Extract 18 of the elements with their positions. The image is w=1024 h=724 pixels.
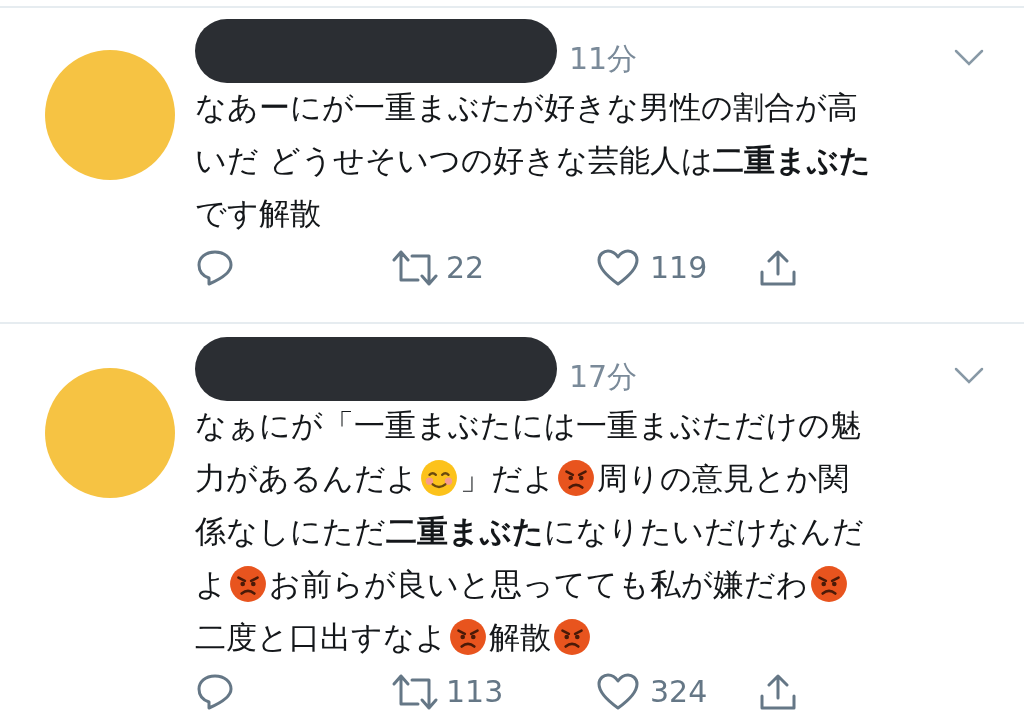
tweet-text: なあーにが一重まぶたが好きな男性の割合が高 <box>195 87 858 127</box>
tweet-text: 周りの意見とか関 <box>597 458 849 498</box>
like-count: 119 <box>650 249 709 287</box>
retweet-count: 113 <box>446 673 505 711</box>
retweet-count: 22 <box>446 249 486 287</box>
tweet-text: お前らが良いと思ってても私が嫌だわ <box>269 564 808 604</box>
tweet-text: よ <box>195 564 227 604</box>
tweet-text: 係なしにただ二重まぶたになりたいだけなんだ <box>195 511 864 551</box>
tweet-text: 力があるんだよ <box>195 458 418 498</box>
tweet-time: 11分 <box>569 39 638 78</box>
tweet-text: 二度と口出すなよ <box>195 617 447 657</box>
like-count: 324 <box>650 673 709 711</box>
tweet-text: いだ どうせそいつの好きな芸能人は二重まぶた <box>195 140 871 180</box>
tweet-text: 解散 <box>489 617 551 657</box>
tweet-time: 17分 <box>569 357 638 396</box>
tweet-text: 」だよ <box>460 458 555 498</box>
tweet-text: です解散 <box>195 193 321 233</box>
tweet-text: なぁにが「一重まぶたには一重まぶただけの魅 <box>195 405 861 445</box>
